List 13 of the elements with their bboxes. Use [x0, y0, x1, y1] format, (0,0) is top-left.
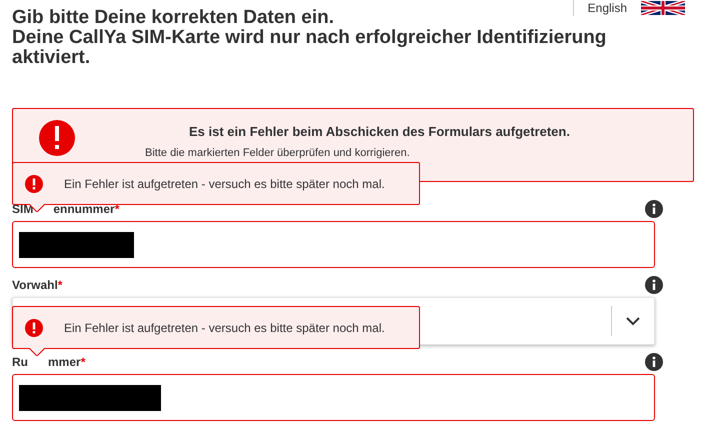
field-label: ennummer — [53, 201, 115, 218]
error-message: Bitte die markierten Felder überprüfen und korrigieren. — [145, 146, 411, 160]
error-title: Es ist ein Fehler beim Abschicken des Formulars aufgetreten. — [189, 123, 570, 141]
tooltip-text: Ein Fehler ist aufgetreten - versuch es bitte später noch mal. — [64, 320, 385, 336]
required-mark: * — [58, 277, 62, 294]
required-mark: * — [114, 201, 120, 218]
field-label: Ru — [12, 354, 28, 371]
tooltip-text: Ein Fehler ist aufgetreten - versuch es bitte später noch mal. — [64, 176, 385, 192]
required-mark: * — [80, 354, 86, 371]
page-heading: Gib bitte Deine korrekten Daten ein. — [12, 8, 334, 28]
page-heading: Deine CallYa SIM-Karte wird nur nach erfolgreicher Identifizierung aktiviert. — [12, 28, 608, 68]
field-label: Vorwahl — [12, 277, 58, 294]
field-label: mmer — [48, 354, 81, 371]
